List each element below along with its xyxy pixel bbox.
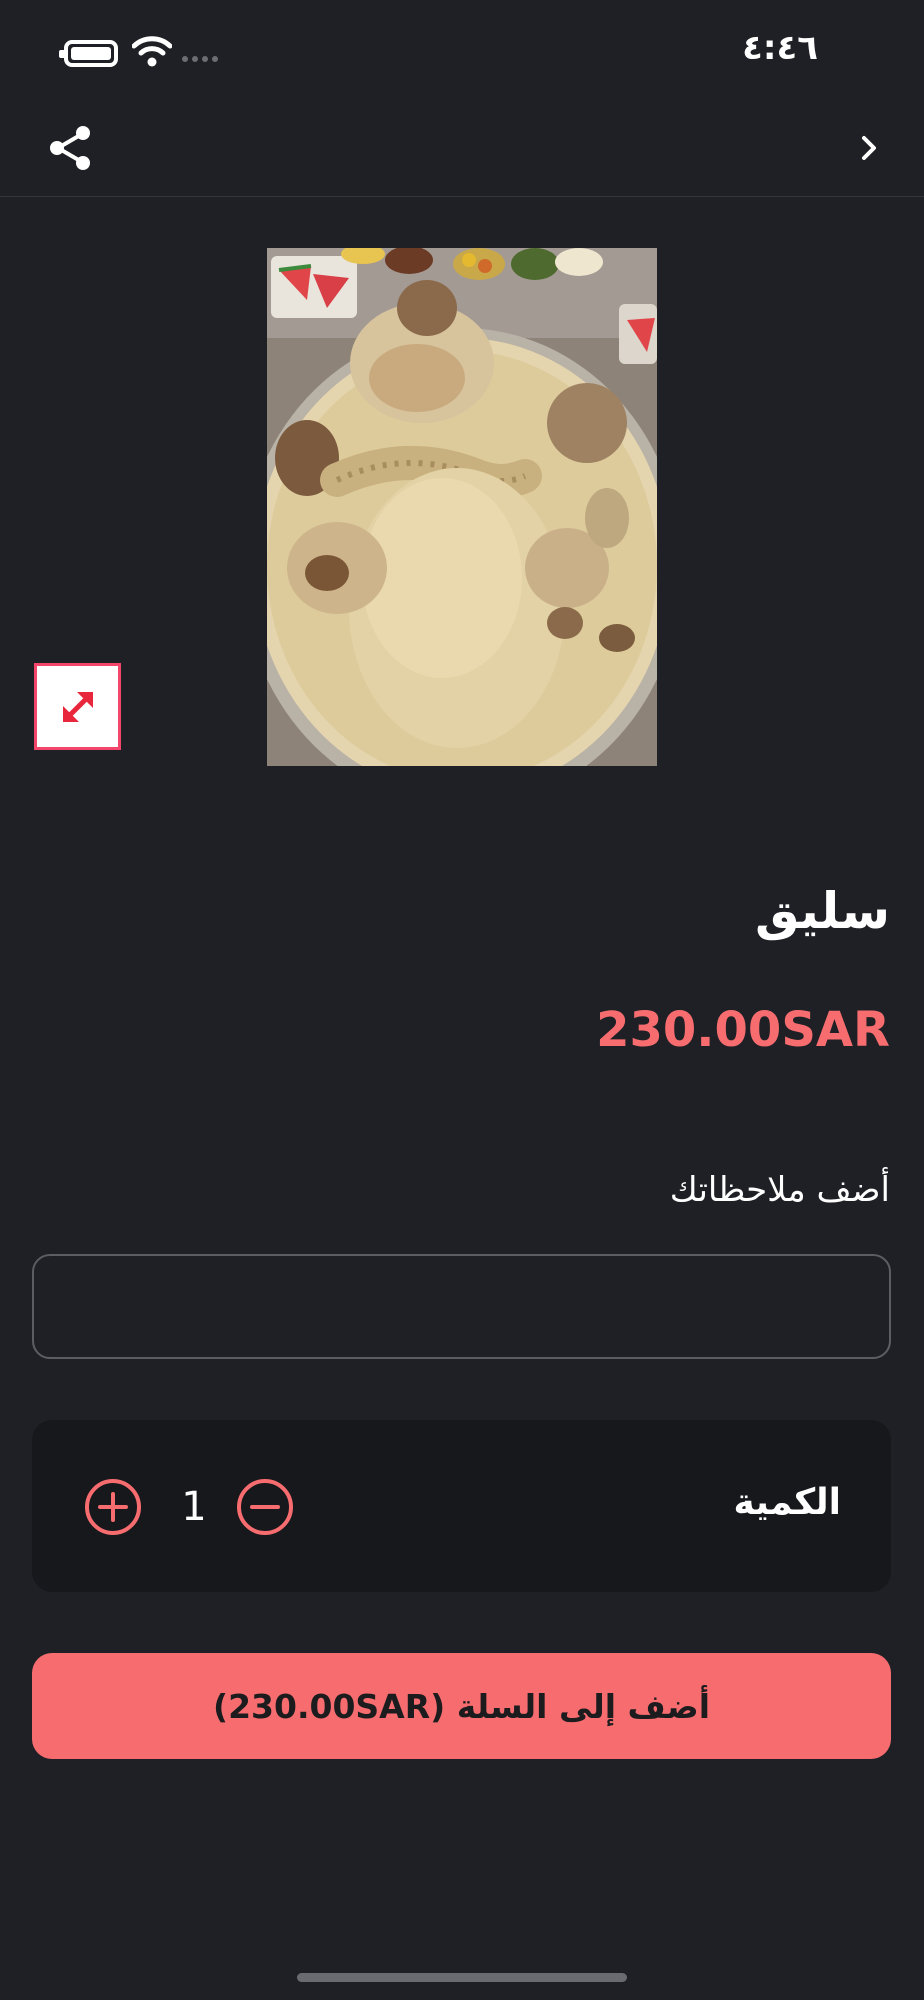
notes-input[interactable] (32, 1254, 891, 1359)
product-name: سليق (754, 882, 890, 940)
status-time: ٤:٤٦ (742, 28, 818, 68)
quantity-label: الكمية (733, 1482, 841, 1523)
home-indicator (297, 1973, 627, 1982)
minus-circle-icon[interactable] (236, 1478, 294, 1536)
product-price: 230.00SAR (596, 1002, 890, 1058)
signal-dots-icon (182, 56, 218, 62)
chevron-right-icon[interactable] (846, 124, 894, 172)
add-to-cart-button[interactable]: أضف إلى السلة (230.00SAR) (32, 1653, 891, 1759)
quantity-card: الكمية 1 (32, 1420, 891, 1592)
food-photo (267, 248, 657, 766)
quantity-value: 1 (181, 1484, 207, 1530)
expand-image-button[interactable] (34, 663, 121, 750)
product-image[interactable] (267, 248, 657, 766)
notes-label: أضف ملاحظاتك (669, 1170, 890, 1210)
share-icon[interactable] (44, 122, 96, 174)
battery-icon (59, 40, 118, 67)
nav-bar (0, 100, 924, 197)
status-bar: ٤:٤٦ (0, 0, 924, 100)
expand-arrows-icon (62, 691, 93, 722)
plus-circle-icon[interactable] (84, 1478, 142, 1536)
product-screen: ٤:٤٦ سليق 230.00SAR أضف ملاحظاتك الكمية … (0, 0, 924, 2000)
wifi-icon (132, 36, 172, 67)
